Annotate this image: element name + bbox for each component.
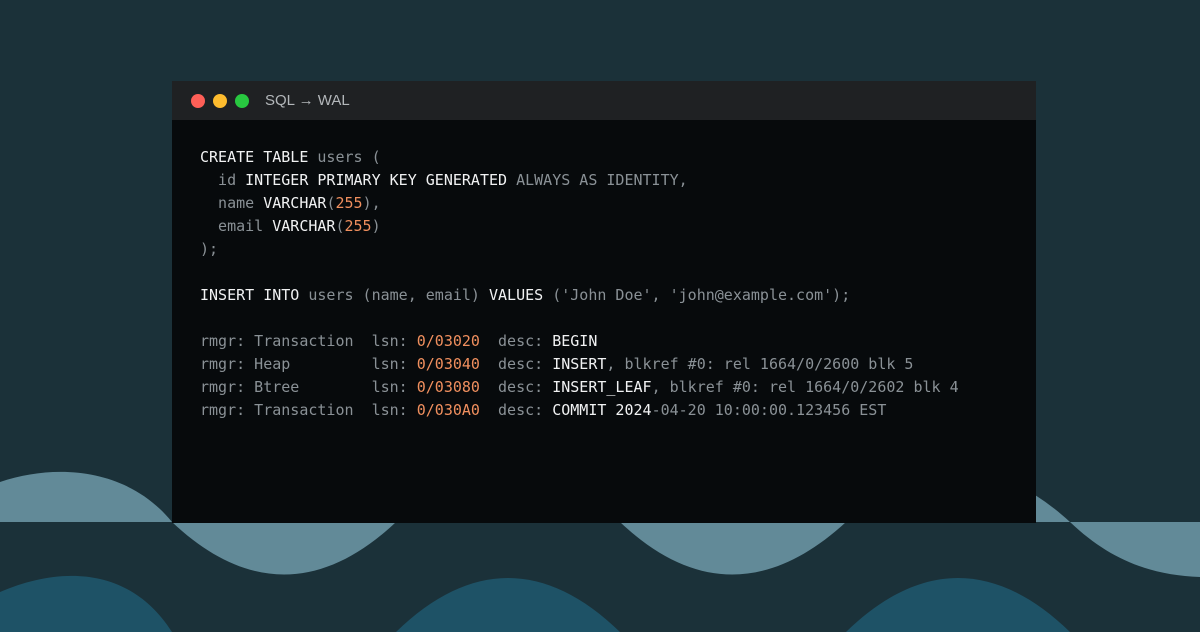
code-token: INSERT_LEAF [552,378,652,396]
code-token: ); [200,240,219,258]
code-line: id INTEGER PRIMARY KEY GENERATED ALWAYS … [200,169,959,192]
code-line: rmgr: Heap lsn: 0/03040 desc: INSERT, bl… [200,353,959,376]
code-token: INSERT INTO [200,286,309,304]
code-token: rmgr: Btree lsn: [200,378,417,396]
window-title: SQL → WAL [265,92,350,109]
code-token: 0/03040 [416,355,480,373]
code-line: CREATE TABLE users ( [200,146,959,169]
code-block: CREATE TABLE users ( id INTEGER PRIMARY … [200,146,959,422]
code-token: users ( [317,148,381,166]
code-token: 0/030A0 [416,401,480,419]
code-line: rmgr: Transaction lsn: 0/030A0 desc: COM… [200,399,959,422]
code-token: 0/03020 [416,332,480,350]
maximize-dot[interactable] [235,93,249,108]
close-dot[interactable] [191,93,205,108]
code-token: CREATE TABLE [200,148,318,166]
code-token: 255 [344,217,372,235]
code-token: , blkref #0: rel 1664/0/2602 blk 4 [651,378,959,396]
code-token: VARCHAR [263,194,327,212]
code-token: INTEGER PRIMARY KEY GENERATED [245,171,517,189]
code-token: name [200,194,264,212]
code-token: 255 [335,194,363,212]
terminal-window: SQL → WAL CREATE TABLE users ( id INTEGE… [172,81,1036,523]
code-token: users (name, email) [308,286,489,304]
code-token: id [200,171,246,189]
code-token: COMMIT 2024 [552,401,652,419]
code-token: desc: [479,332,553,350]
code-token: rmgr: Transaction lsn: [200,332,417,350]
code-token: ALWAYS AS IDENTITY, [516,171,688,189]
code-token: email [200,217,273,235]
code-line: name VARCHAR(255), [200,192,959,215]
code-token: VALUES [489,286,553,304]
code-token: -04-20 10:00:00.123456 EST [651,401,887,419]
code-token: INSERT [552,355,607,373]
code-token: , blkref #0: rel 1664/0/2600 blk 5 [606,355,914,373]
minimize-dot[interactable] [213,93,227,108]
code-token: rmgr: Transaction lsn: [200,401,417,419]
code-token: BEGIN [552,332,598,350]
code-token: desc: [479,401,553,419]
code-token: VARCHAR [272,217,336,235]
window-titlebar: SQL → WAL [172,81,1036,120]
code-token: 0/03080 [416,378,480,396]
code-token: ) [371,217,381,235]
code-token: ('John Doe', 'john@example.com'); [552,286,851,304]
code-token: desc: [479,378,553,396]
code-line: rmgr: Transaction lsn: 0/03020 desc: BEG… [200,330,959,353]
code-token: ), [362,194,381,212]
code-token: rmgr: Heap lsn: [200,355,417,373]
code-token: ( [335,217,345,235]
code-line: ); [200,238,959,261]
code-token: desc: [479,355,553,373]
code-line: rmgr: Btree lsn: 0/03080 desc: INSERT_LE… [200,376,959,399]
code-line: email VARCHAR(255) [200,215,959,238]
code-line: INSERT INTO users (name, email) VALUES (… [200,284,959,307]
